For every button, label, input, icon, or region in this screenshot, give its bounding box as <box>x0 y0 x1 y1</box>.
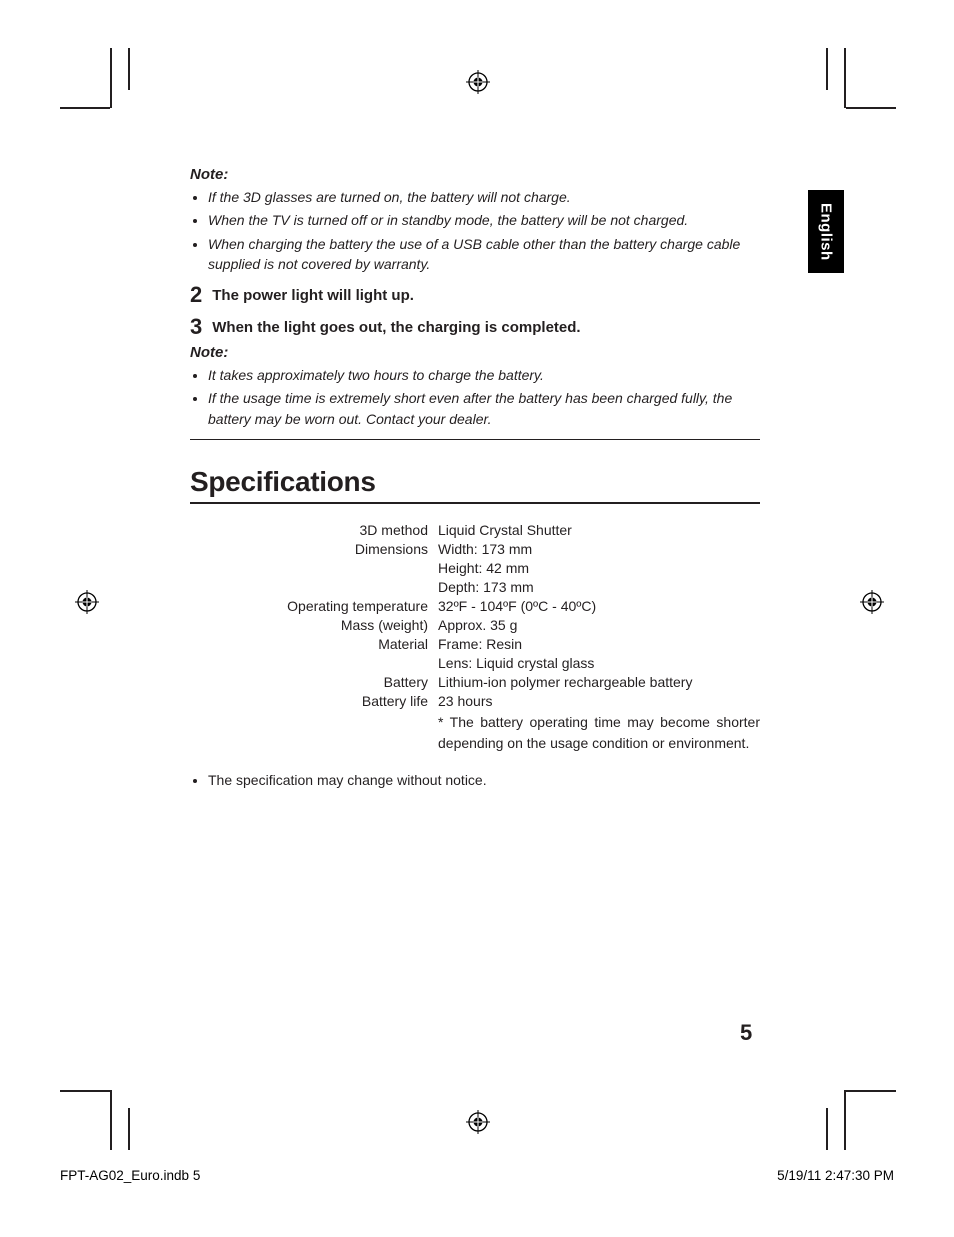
step-row: 3 When the light goes out, the charging … <box>190 316 760 338</box>
spec-value: Liquid Crystal Shutter <box>438 522 760 538</box>
spec-table: 3D method Liquid Crystal Shutter Dimensi… <box>190 522 760 754</box>
spec-label: 3D method <box>190 522 428 538</box>
spec-value: Lithium-ion polymer rechargeable battery <box>438 674 760 690</box>
tail-note-list: The specification may change without not… <box>190 772 760 788</box>
spec-label: Operating temperature <box>190 598 428 614</box>
section-heading: Specifications <box>190 466 760 504</box>
crop-mark <box>110 1090 112 1150</box>
spec-value: Height: 42 mm <box>438 560 760 576</box>
note-heading: Note: <box>190 344 760 361</box>
tail-note: The specification may change without not… <box>208 772 760 788</box>
spec-label: Battery life <box>190 693 428 709</box>
crop-mark <box>60 107 110 109</box>
crop-mark <box>826 48 828 90</box>
registration-mark-icon <box>75 590 99 614</box>
spec-label: Battery <box>190 674 428 690</box>
spec-value: Lens: Liquid crystal glass <box>438 655 760 671</box>
registration-mark-icon <box>466 70 490 94</box>
note-list: If the 3D glasses are turned on, the bat… <box>190 187 760 274</box>
note-heading: Note: <box>190 166 760 183</box>
spec-value: 32ºF - 104ºF (0ºC - 40ºC) <box>438 598 760 614</box>
footer-datetime: 5/19/11 2:47:30 PM <box>777 1168 894 1183</box>
spec-label: Dimensions <box>190 541 428 557</box>
crop-mark <box>128 1108 130 1150</box>
footer-filename: FPT-AG02_Euro.indb 5 <box>60 1168 200 1183</box>
step-text: When the light goes out, the charging is… <box>212 319 580 336</box>
crop-mark <box>60 1090 110 1092</box>
registration-mark-icon <box>860 590 884 614</box>
step-number: 2 <box>190 284 202 306</box>
crop-mark <box>844 48 846 108</box>
section-rule <box>190 439 760 440</box>
spec-value: Width: 173 mm <box>438 541 760 557</box>
spec-label: Material <box>190 636 428 652</box>
crop-mark <box>110 48 112 108</box>
crop-mark <box>846 107 896 109</box>
language-tab: English <box>808 190 844 273</box>
spec-value: Approx. 35 g <box>438 617 760 633</box>
spec-value: Depth: 173 mm <box>438 579 760 595</box>
crop-mark <box>846 1090 896 1092</box>
note-item: It takes approximately two hours to char… <box>208 365 760 385</box>
note-item: If the usage time is extremely short eve… <box>208 388 760 429</box>
step-text: The power light will light up. <box>212 287 414 304</box>
spec-value: Frame: Resin <box>438 636 760 652</box>
crop-mark <box>826 1108 828 1150</box>
note-list: It takes approximately two hours to char… <box>190 365 760 429</box>
spec-value: 23 hours <box>438 693 760 709</box>
crop-mark <box>128 48 130 90</box>
note-item: When the TV is turned off or in standby … <box>208 210 760 230</box>
step-row: 2 The power light will light up. <box>190 284 760 306</box>
crop-mark <box>844 1090 846 1150</box>
note-item: If the 3D glasses are turned on, the bat… <box>208 187 760 207</box>
step-number: 3 <box>190 316 202 338</box>
spec-label: Mass (weight) <box>190 617 428 633</box>
registration-mark-icon <box>466 1110 490 1134</box>
page-content: Note: If the 3D glasses are turned on, t… <box>190 160 760 788</box>
spec-footnote: * The battery operating time may become … <box>438 712 760 754</box>
note-item: When charging the battery the use of a U… <box>208 234 760 275</box>
page-number: 5 <box>740 1020 752 1046</box>
